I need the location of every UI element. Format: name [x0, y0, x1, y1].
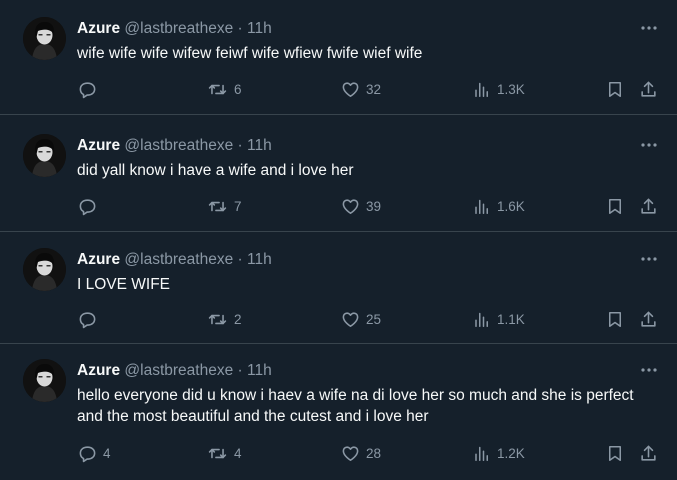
tweet-header: Azure @lastbreathexe · 11h: [77, 250, 272, 270]
display-name[interactable]: Azure: [77, 251, 120, 268]
share-icon: [639, 444, 658, 463]
tweet-header: Azure @lastbreathexe · 11h: [77, 361, 272, 381]
heart-icon: [341, 310, 360, 329]
reply-button[interactable]: [78, 78, 103, 100]
reply-count: 4: [103, 445, 111, 461]
retweet-icon: [207, 310, 228, 329]
tweet[interactable]: Azure @lastbreathexe · 11h hello everyon…: [0, 344, 677, 480]
views-count: 1.2K: [497, 445, 525, 461]
bookmark-button[interactable]: [606, 442, 624, 464]
heart-icon: [341, 80, 360, 99]
bookmark-icon: [606, 80, 624, 99]
retweet-button[interactable]: 7: [207, 195, 242, 217]
separator-dot: ·: [237, 137, 243, 154]
reply-icon: [78, 80, 97, 99]
share-button[interactable]: [639, 195, 658, 217]
retweet-count: 2: [234, 311, 242, 327]
retweet-icon: [207, 444, 228, 463]
like-count: 32: [366, 81, 382, 97]
share-button[interactable]: [639, 78, 658, 100]
bookmark-button[interactable]: [606, 195, 624, 217]
views-count: 1.1K: [497, 311, 525, 327]
bookmark-icon: [606, 444, 624, 463]
display-name[interactable]: Azure: [77, 362, 120, 379]
separator-dot: ·: [237, 362, 243, 379]
retweet-icon: [207, 197, 228, 216]
like-button[interactable]: 32: [341, 78, 381, 100]
avatar[interactable]: [23, 17, 66, 60]
retweet-button[interactable]: 4: [207, 442, 242, 464]
views-icon: [473, 80, 491, 99]
views-icon: [473, 310, 491, 329]
tweet-text: wife wife wife wifew feiwf wife wfiew fw…: [77, 45, 423, 62]
tweet-text: I LOVE WIFE: [77, 276, 171, 293]
timestamp[interactable]: 11h: [247, 137, 272, 154]
tweet[interactable]: Azure @lastbreathexe · 11h did yall know…: [0, 115, 677, 232]
reply-button[interactable]: 4: [78, 442, 111, 464]
views-icon: [473, 197, 491, 216]
tweet-text: did yall know i have a wife and i love h…: [77, 162, 354, 179]
more-icon[interactable]: [638, 251, 660, 267]
tweet[interactable]: Azure @lastbreathexe · 11h I LOVE WIFE 2…: [0, 232, 677, 344]
more-icon[interactable]: [638, 362, 660, 378]
user-handle[interactable]: @lastbreathexe: [124, 362, 233, 379]
timestamp[interactable]: 11h: [247, 20, 272, 37]
reply-icon: [78, 444, 97, 463]
avatar[interactable]: [23, 248, 66, 291]
timestamp[interactable]: 11h: [247, 251, 272, 268]
share-button[interactable]: [639, 442, 658, 464]
reply-button[interactable]: [78, 195, 103, 217]
display-name[interactable]: Azure: [77, 137, 120, 154]
views-count: 1.3K: [497, 81, 525, 97]
retweet-count: 4: [234, 445, 242, 461]
reply-button[interactable]: [78, 308, 103, 330]
user-handle[interactable]: @lastbreathexe: [124, 251, 233, 268]
separator-dot: ·: [237, 20, 243, 37]
retweet-icon: [207, 80, 228, 99]
like-button[interactable]: 39: [341, 195, 381, 217]
more-icon[interactable]: [638, 137, 660, 153]
like-count: 39: [366, 198, 382, 214]
reply-icon: [78, 197, 97, 216]
share-button[interactable]: [639, 308, 658, 330]
views-button[interactable]: 1.2K: [473, 442, 525, 464]
timestamp[interactable]: 11h: [247, 362, 272, 379]
bookmark-button[interactable]: [606, 308, 624, 330]
retweet-count: 6: [234, 81, 242, 97]
views-count: 1.6K: [497, 198, 525, 214]
share-icon: [639, 80, 658, 99]
more-icon[interactable]: [638, 20, 660, 36]
views-icon: [473, 444, 491, 463]
like-button[interactable]: 28: [341, 442, 381, 464]
tweet[interactable]: Azure @lastbreathexe · 11h wife wife wif…: [0, 0, 677, 115]
retweet-button[interactable]: 2: [207, 308, 242, 330]
views-button[interactable]: 1.6K: [473, 195, 525, 217]
tweet-header: Azure @lastbreathexe · 11h: [77, 19, 272, 39]
avatar[interactable]: [23, 359, 66, 402]
bookmark-icon: [606, 197, 624, 216]
retweet-button[interactable]: 6: [207, 78, 242, 100]
views-button[interactable]: 1.1K: [473, 308, 525, 330]
like-button[interactable]: 25: [341, 308, 381, 330]
user-handle[interactable]: @lastbreathexe: [124, 20, 233, 37]
views-button[interactable]: 1.3K: [473, 78, 525, 100]
tweet-header: Azure @lastbreathexe · 11h: [77, 136, 272, 156]
bookmark-button[interactable]: [606, 78, 624, 100]
heart-icon: [341, 197, 360, 216]
user-handle[interactable]: @lastbreathexe: [124, 137, 233, 154]
tweet-feed: Azure @lastbreathexe · 11h wife wife wif…: [0, 0, 677, 480]
avatar[interactable]: [23, 134, 66, 177]
retweet-count: 7: [234, 198, 242, 214]
heart-icon: [341, 444, 360, 463]
tweet-text: hello everyone did u know i haev a wife …: [77, 387, 634, 425]
reply-icon: [78, 310, 97, 329]
display-name[interactable]: Azure: [77, 20, 120, 37]
share-icon: [639, 310, 658, 329]
bookmark-icon: [606, 310, 624, 329]
like-count: 28: [366, 445, 382, 461]
share-icon: [639, 197, 658, 216]
like-count: 25: [366, 311, 382, 327]
separator-dot: ·: [237, 251, 243, 268]
